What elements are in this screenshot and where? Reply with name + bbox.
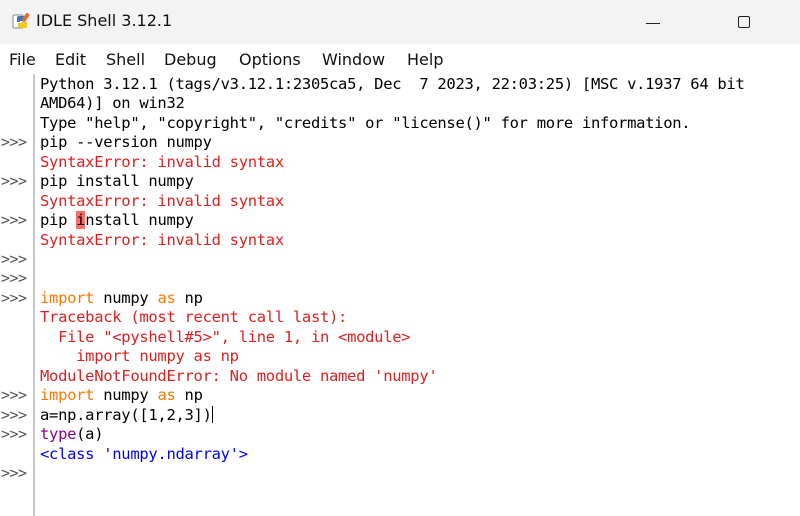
command-text: pip bbox=[40, 211, 77, 229]
banner-line: AMD64)] on win32 bbox=[40, 94, 185, 112]
command-text: numpy bbox=[94, 386, 158, 404]
gutter-divider bbox=[33, 74, 35, 516]
command-text: nstall numpy bbox=[85, 211, 194, 229]
prompt-marker: >>> bbox=[1, 425, 27, 443]
error-line: SyntaxError: invalid syntax bbox=[40, 192, 284, 210]
menu-help[interactable]: Help bbox=[407, 50, 443, 69]
banner-line: Type "help", "copyright", "credits" or "… bbox=[40, 114, 691, 132]
prompt-marker: >>> bbox=[1, 211, 27, 229]
menu-file[interactable]: File bbox=[9, 50, 36, 69]
keyword-as: as bbox=[157, 386, 176, 404]
keyword-import: import bbox=[40, 386, 95, 404]
command-text: np bbox=[175, 386, 203, 404]
banner-line: Python 3.12.1 (tags/v3.12.1:2305ca5, Dec… bbox=[40, 75, 745, 93]
menu-shell[interactable]: Shell bbox=[106, 50, 145, 69]
prompt-marker: >>> bbox=[1, 386, 27, 404]
menu-window[interactable]: Window bbox=[322, 50, 385, 69]
command-text: a=np.array([1,2,3]) bbox=[40, 406, 212, 424]
prompt-gutter: >>> >>> >>> >>> >>> >>> >>> >>> >>> >>> bbox=[0, 74, 32, 516]
prompt-marker: >>> bbox=[1, 133, 27, 151]
window-title: IDLE Shell 3.12.1 bbox=[36, 11, 173, 30]
command-line: pip --version numpy bbox=[40, 133, 212, 151]
error-line: SyntaxError: invalid syntax bbox=[40, 231, 284, 249]
command-line: import numpy as np bbox=[40, 386, 203, 406]
builtin-type: type bbox=[40, 425, 77, 443]
prompt-marker: >>> bbox=[1, 172, 27, 190]
command-line: pip install numpy bbox=[40, 172, 194, 190]
prompt-marker: >>> bbox=[1, 406, 27, 424]
prompt-marker: >>> bbox=[1, 269, 27, 287]
menu-debug[interactable]: Debug bbox=[164, 50, 217, 69]
prompt-marker: >>> bbox=[1, 464, 27, 482]
minimize-button[interactable] bbox=[636, 13, 670, 35]
traceback-line: ModuleNotFoundError: No module named 'nu… bbox=[40, 367, 438, 385]
traceback-line: File "<pyshell#5>", line 1, in <module> bbox=[40, 328, 411, 346]
error-highlight: i bbox=[76, 211, 86, 229]
menu-edit[interactable]: Edit bbox=[55, 50, 86, 69]
menu-options[interactable]: Options bbox=[239, 50, 301, 69]
shell-text-area[interactable]: Python 3.12.1 (tags/v3.12.1:2305ca5, Dec… bbox=[40, 74, 800, 516]
python-idle-icon bbox=[12, 12, 30, 29]
traceback-line: Traceback (most recent call last): bbox=[40, 308, 348, 326]
traceback-line: import numpy as np bbox=[40, 347, 239, 365]
maximize-button[interactable] bbox=[728, 13, 762, 35]
keyword-as: as bbox=[157, 289, 176, 307]
command-line: type(a) bbox=[40, 425, 104, 445]
menu-bar: File Edit Shell Debug Options Window Hel… bbox=[0, 44, 800, 74]
text-cursor bbox=[211, 406, 213, 423]
output-line: <class 'numpy.ndarray'> bbox=[40, 445, 248, 463]
prompt-marker: >>> bbox=[1, 289, 27, 307]
command-text: (a) bbox=[76, 425, 104, 443]
title-bar: IDLE Shell 3.12.1 bbox=[0, 0, 800, 44]
prompt-marker: >>> bbox=[1, 250, 27, 268]
keyword-import: import bbox=[40, 289, 95, 307]
command-line: import numpy as np bbox=[40, 289, 203, 309]
command-text: np bbox=[175, 289, 203, 307]
error-line: SyntaxError: invalid syntax bbox=[40, 153, 284, 171]
command-text: numpy bbox=[94, 289, 158, 307]
command-line: pip install numpy bbox=[40, 211, 194, 231]
command-line: a=np.array([1,2,3]) bbox=[40, 406, 213, 426]
